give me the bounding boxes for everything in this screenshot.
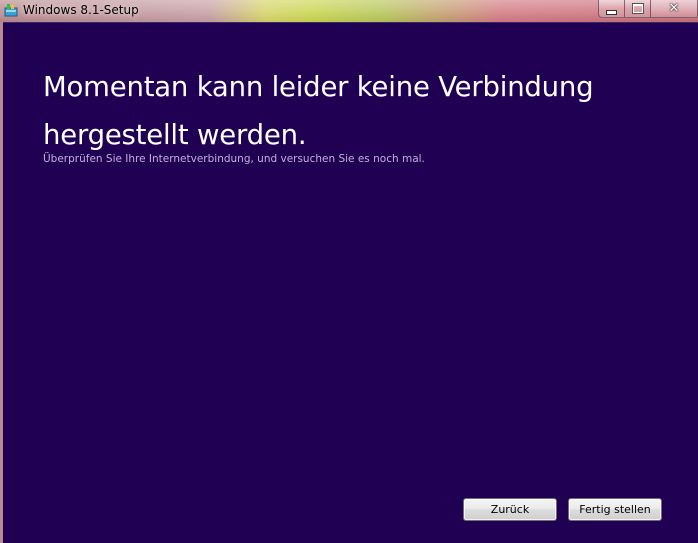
window-title: Windows 8.1-Setup (23, 3, 139, 17)
back-button[interactable]: Zurück (463, 498, 557, 521)
close-button[interactable]: ✕ (651, 0, 698, 18)
finish-button[interactable]: Fertig stellen (568, 498, 662, 521)
setup-content: Momentan kann leider keine Verbindung he… (3, 22, 698, 543)
maximize-button[interactable] (625, 0, 651, 18)
caption-buttons: ✕ (598, 0, 698, 20)
close-icon: ✕ (668, 0, 680, 16)
maximize-icon (632, 4, 643, 13)
setup-app-icon (4, 4, 18, 17)
error-message: Überprüfen Sie Ihre Internetverbindung, … (43, 153, 425, 165)
setup-window: Windows 8.1-Setup ✕ Momentan kann leider… (0, 0, 698, 543)
minimize-button[interactable] (598, 0, 625, 18)
page-title: Momentan kann leider keine Verbindung he… (43, 71, 594, 151)
title-bar[interactable]: Windows 8.1-Setup ✕ (0, 0, 698, 22)
minimize-icon (606, 9, 617, 15)
